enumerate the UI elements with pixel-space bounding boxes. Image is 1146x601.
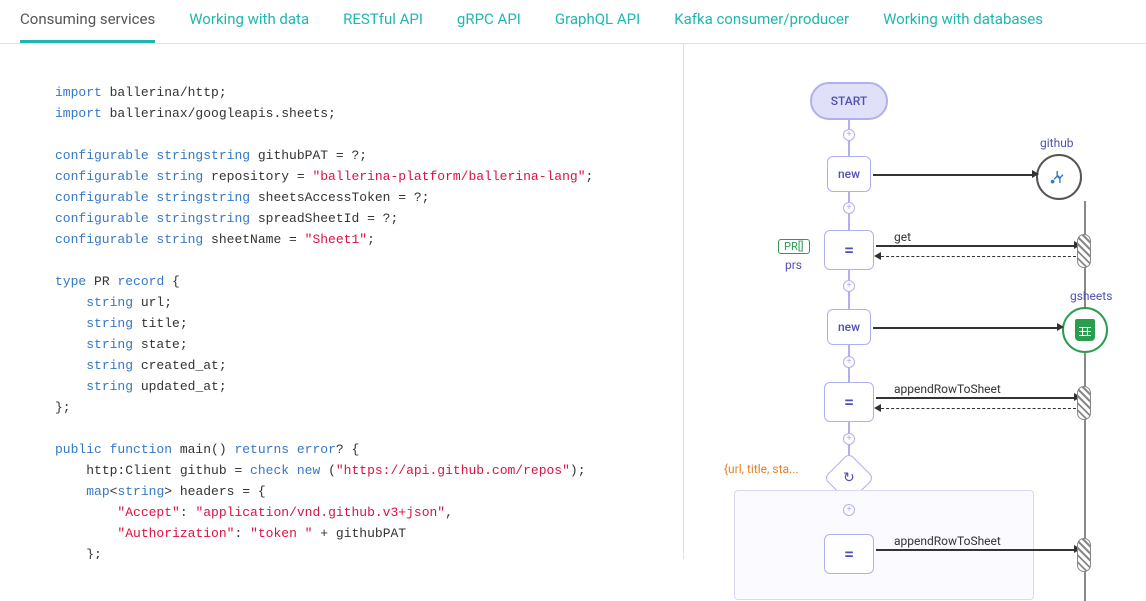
code-line: configurable stringstring sheetsAccessTo…	[55, 187, 683, 208]
diagram-activation-bar	[1077, 234, 1091, 268]
add-node-icon[interactable]: +	[843, 202, 855, 214]
github-icon	[1048, 166, 1070, 188]
diagram-prs-type: PR[]	[778, 239, 810, 254]
code-line: "Accept": "application/vnd.github.v3+jso…	[55, 502, 683, 523]
tab-databases[interactable]: Working with databases	[883, 0, 1043, 43]
diagram-start-node[interactable]: START	[810, 82, 888, 120]
diagram-prs-var: prs	[785, 258, 802, 272]
code-line: configurable stringstring githubPAT = ?;	[55, 145, 683, 166]
diagram-gsheets-label: gsheets	[1070, 289, 1112, 303]
diagram-gsheets-endpoint[interactable]	[1062, 307, 1108, 353]
sequence-diagram[interactable]: START + github new + PR[] prs = get + gs…	[684, 44, 1146, 559]
tabs-bar: Consuming services Working with data RES…	[0, 0, 1146, 44]
code-editor[interactable]: import ballerina/http;import ballerinax/…	[0, 44, 684, 559]
code-line: configurable string sheetName = "Sheet1"…	[55, 229, 683, 250]
code-line	[55, 250, 683, 271]
diagram-new-node-2[interactable]: new	[827, 309, 871, 345]
code-line: http:Client github = check new ("https:/…	[55, 460, 683, 481]
diagram-github-endpoint[interactable]	[1036, 154, 1082, 200]
code-line: map<string> headers = {	[55, 481, 683, 502]
diagram-assign-node-2[interactable]: =	[824, 382, 874, 422]
code-line: import ballerinax/googleapis.sheets;	[55, 103, 683, 124]
diagram-loop-label: {url, title, sta...	[724, 462, 799, 476]
tab-grpc-api[interactable]: gRPC API	[457, 0, 521, 43]
code-line: string created_at;	[55, 355, 683, 376]
code-line: import ballerina/http;	[55, 82, 683, 103]
add-node-icon[interactable]: +	[843, 433, 855, 445]
add-node-icon[interactable]: +	[843, 129, 855, 141]
code-line: };	[55, 397, 683, 418]
diagram-github-label: github	[1040, 136, 1074, 150]
add-node-icon[interactable]: +	[843, 504, 855, 516]
code-line	[55, 418, 683, 439]
code-line: string state;	[55, 334, 683, 355]
code-line: string title;	[55, 313, 683, 334]
diagram-new-node-1[interactable]: new	[827, 156, 871, 192]
main-content: import ballerina/http;import ballerinax/…	[0, 44, 1146, 559]
diagram-assign-node-1[interactable]: =	[824, 230, 874, 270]
diagram-activation-bar	[1077, 538, 1091, 572]
tab-consuming-services[interactable]: Consuming services	[20, 0, 155, 43]
code-line: };	[55, 544, 683, 559]
tab-restful-api[interactable]: RESTful API	[343, 0, 423, 43]
code-line: string updated_at;	[55, 376, 683, 397]
code-line	[55, 124, 683, 145]
code-line: "Authorization": "token " + githubPAT	[55, 523, 683, 544]
add-node-icon[interactable]: +	[843, 356, 855, 368]
add-node-icon[interactable]: +	[843, 280, 855, 292]
sheets-icon	[1075, 319, 1095, 341]
code-line: type PR record {	[55, 271, 683, 292]
diagram-activation-bar	[1077, 386, 1091, 420]
diagram-get-label: get	[894, 230, 911, 244]
code-line: configurable stringstring spreadSheetId …	[55, 208, 683, 229]
code-line: public function main() returns error? {	[55, 439, 683, 460]
diagram-assign-node-3[interactable]: =	[824, 534, 874, 574]
tab-kafka[interactable]: Kafka consumer/producer	[674, 0, 849, 43]
code-line: configurable string repository = "baller…	[55, 166, 683, 187]
diagram-append-label-1: appendRowToSheet	[894, 382, 1001, 396]
code-line: string url;	[55, 292, 683, 313]
tab-graphql-api[interactable]: GraphQL API	[555, 0, 640, 43]
diagram-append-label-2: appendRowToSheet	[894, 534, 1001, 548]
tab-working-with-data[interactable]: Working with data	[189, 0, 309, 43]
